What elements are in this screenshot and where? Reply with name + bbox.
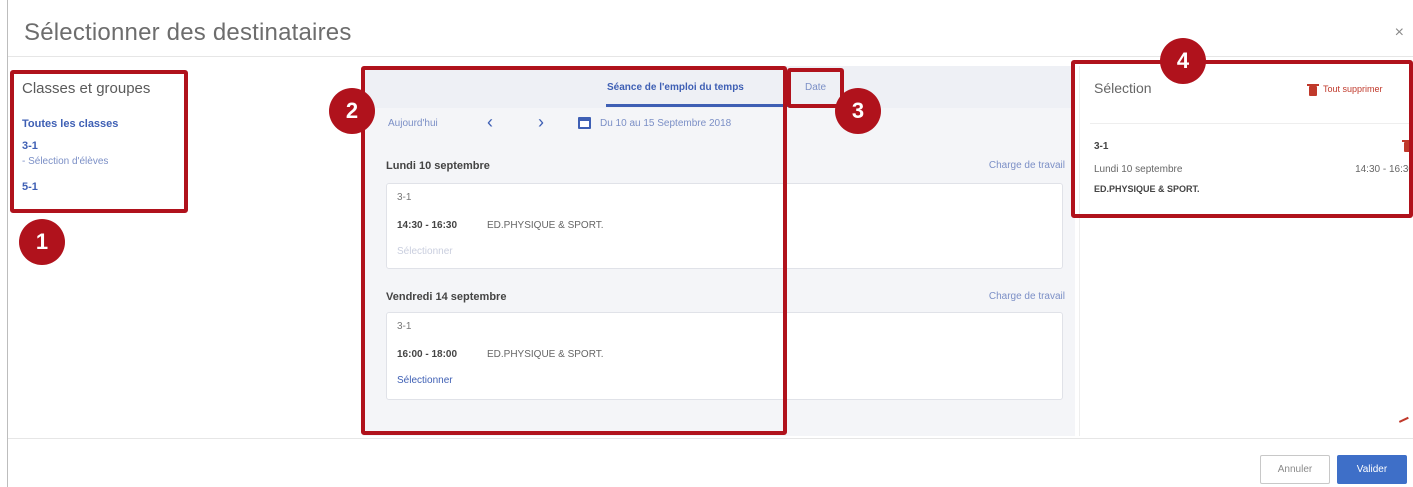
validate-button[interactable]: Valider xyxy=(1337,455,1407,484)
annotation-badge-4: 4 xyxy=(1160,38,1206,84)
workload-link[interactable]: Charge de travail xyxy=(989,160,1065,171)
dialog-title: Sélectionner des destinataires xyxy=(24,19,352,46)
annotation-badge-3: 3 xyxy=(835,88,881,134)
highlight-box-1 xyxy=(10,70,188,213)
workload-link[interactable]: Charge de travail xyxy=(989,291,1065,302)
annotation-badge-2: 2 xyxy=(329,88,375,134)
divider xyxy=(8,438,1413,439)
highlight-box-2 xyxy=(361,66,787,435)
cancel-button[interactable]: Annuler xyxy=(1260,455,1330,484)
highlight-box-4 xyxy=(1071,60,1413,218)
close-icon[interactable]: × xyxy=(1395,24,1404,42)
annotation-badge-1: 1 xyxy=(19,219,65,265)
